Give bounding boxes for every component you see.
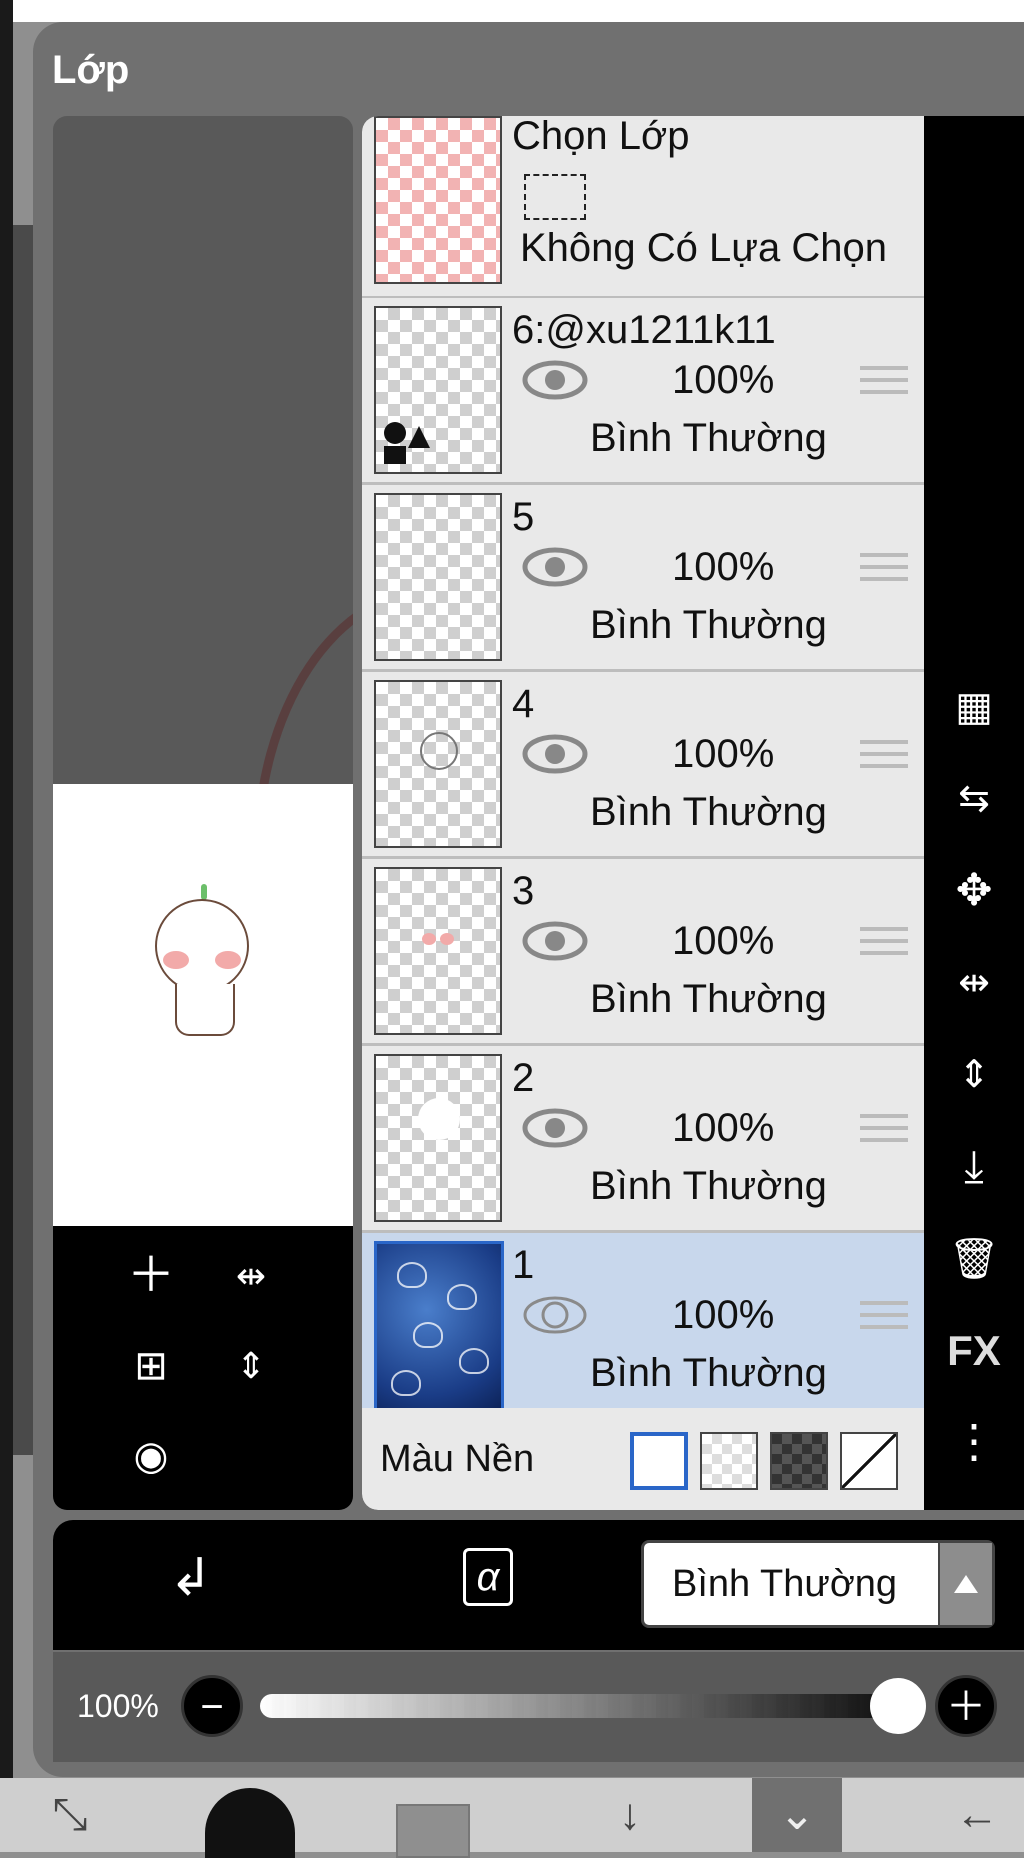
panel-title: Lớp: [52, 48, 130, 92]
character-body: [175, 984, 235, 1036]
layer-row-selected[interactable]: 1 100% Bình Thường: [362, 1233, 924, 1420]
merge-down-icon[interactable]: ⤓: [924, 1132, 1024, 1202]
layer-name: 2: [512, 1056, 535, 1100]
layer-blend-mode: Bình Thường: [590, 603, 827, 647]
layer-side-toolbar: ▦ ⇆ ✥ ⇹ ⇕ ⤓ 🗑 FX ⋮: [924, 116, 1024, 1510]
visibility-eye-icon[interactable]: [522, 734, 588, 774]
opacity-slider[interactable]: [260, 1694, 900, 1718]
layer-blend-mode: Bình Thường: [590, 1164, 827, 1208]
background-checker-light-swatch[interactable]: [700, 1432, 758, 1490]
background-checker-dark-swatch[interactable]: [770, 1432, 828, 1490]
layer-row[interactable]: 2 100% Bình Thường: [362, 1046, 924, 1233]
transparency-icon[interactable]: ▦: [924, 672, 1024, 742]
add-layer-icon[interactable]: ＋: [121, 1246, 181, 1306]
layer-row[interactable]: 3 100% Bình Thường: [362, 859, 924, 1046]
move-layer-icon[interactable]: ✥: [924, 856, 1024, 926]
layer-row[interactable]: 6:@xu1211k11 100% Bình Thường: [362, 298, 924, 485]
layer-name: 4: [512, 682, 535, 726]
clipping-icon[interactable]: ↲: [169, 1548, 213, 1608]
swap-layers-icon[interactable]: ⇆: [924, 764, 1024, 834]
layer-opacity: 100%: [672, 732, 775, 776]
layer-blend-mode: Bình Thường: [590, 416, 827, 460]
flip-layer-horizontal-icon[interactable]: ⇹: [924, 948, 1024, 1018]
selection-thumbnail: [374, 116, 502, 284]
selection-box-icon: [524, 174, 586, 220]
drag-handle-icon[interactable]: [860, 366, 908, 402]
color-swatch[interactable]: [396, 1804, 470, 1858]
avatar[interactable]: [205, 1788, 295, 1858]
drag-handle-icon[interactable]: [860, 740, 908, 776]
layer-name: 3: [512, 869, 535, 913]
visibility-eye-icon[interactable]: [522, 360, 588, 400]
layer-name: 1: [512, 1243, 535, 1287]
opacity-bar: 100% − ＋: [53, 1652, 1024, 1762]
flip-vertical-icon[interactable]: ⇕: [221, 1336, 281, 1396]
blend-bar: ↲ α Bình Thường: [53, 1520, 1024, 1650]
shape-icon: [384, 422, 406, 444]
opacity-increase-button[interactable]: ＋: [935, 1675, 997, 1737]
bottom-toolbar: ⤡ ↓ ⌄ ←: [0, 1778, 1024, 1858]
blend-mode-value: Bình Thường: [672, 1563, 898, 1605]
layer-blend-mode: Bình Thường: [590, 977, 827, 1021]
selection-status: Không Có Lựa Chọn: [520, 226, 888, 270]
drag-handle-icon[interactable]: [860, 927, 908, 963]
background-label: Màu Nền: [380, 1438, 535, 1480]
character-preview: [155, 899, 249, 993]
drag-handle-icon[interactable]: [860, 1301, 908, 1337]
visibility-eye-icon[interactable]: [522, 921, 588, 961]
layer-preview: [53, 784, 353, 1226]
trash-icon[interactable]: 🗑: [924, 1224, 1024, 1294]
layer-thumbnail: [374, 306, 502, 474]
background-white-swatch[interactable]: [630, 1432, 688, 1490]
layer-row[interactable]: 5 100% Bình Thường: [362, 485, 924, 672]
layer-name: 6:@xu1211k11: [512, 308, 776, 352]
visibility-eye-icon[interactable]: [522, 1108, 588, 1148]
layer-blend-mode: Bình Thường: [590, 790, 827, 834]
opacity-decrease-button[interactable]: −: [181, 1675, 243, 1737]
collapse-icon[interactable]: ⌄: [752, 1778, 842, 1852]
layer-opacity: 100%: [672, 1293, 775, 1337]
fx-icon[interactable]: FX: [924, 1316, 1024, 1386]
download-icon[interactable]: ↓: [580, 1778, 680, 1852]
flip-horizontal-icon[interactable]: ⇹: [221, 1246, 281, 1306]
visibility-eye-icon[interactable]: [522, 1295, 588, 1335]
opacity-label: 100%: [77, 1688, 159, 1724]
layer-thumbnail: [374, 1054, 502, 1222]
layer-opacity: 100%: [672, 919, 775, 963]
blend-mode-select[interactable]: Bình Thường: [641, 1540, 995, 1628]
opacity-slider-handle[interactable]: [870, 1678, 926, 1734]
window-edge: [0, 0, 13, 1852]
visibility-eye-icon[interactable]: [522, 547, 588, 587]
layer-thumbnail: [374, 867, 502, 1035]
flip-layer-vertical-icon[interactable]: ⇕: [924, 1040, 1024, 1110]
selection-layer-row[interactable]: Chọn Lớp Không Có Lựa Chọn: [362, 116, 924, 299]
drag-handle-icon[interactable]: [860, 1114, 908, 1150]
camera-icon[interactable]: ◉: [121, 1426, 181, 1486]
tool-switch-icon[interactable]: ⤡: [20, 1778, 120, 1852]
layer-blend-mode: Bình Thường: [590, 1351, 827, 1395]
layer-list: Chọn Lớp Không Có Lựa Chọn 6:@xu1211k11 …: [362, 116, 924, 1510]
layer-tools: ＋ ⇹ ⊞ ⇕ ◉: [53, 1226, 353, 1510]
background-color-row: Màu Nền: [362, 1408, 924, 1510]
status-strip: [0, 0, 1024, 22]
selection-layer-name: Chọn Lớp: [512, 116, 690, 158]
layer-opacity: 100%: [672, 358, 775, 402]
layer-opacity: 100%: [672, 1106, 775, 1150]
layer-name: 5: [512, 495, 535, 539]
background-none-swatch[interactable]: [840, 1432, 898, 1490]
layer-thumbnail: [374, 1241, 504, 1411]
back-arrow-icon[interactable]: ←: [930, 1778, 1024, 1852]
add-layer-copy-icon[interactable]: ⊞: [121, 1336, 181, 1396]
layer-row[interactable]: 4 100% Bình Thường: [362, 672, 924, 859]
layer-opacity: 100%: [672, 545, 775, 589]
drag-handle-icon[interactable]: [860, 553, 908, 589]
layer-thumbnail: [374, 493, 502, 661]
more-icon[interactable]: ⋮: [924, 1406, 1024, 1476]
blend-mode-arrow-icon[interactable]: [938, 1543, 992, 1625]
layer-thumbnail: [374, 680, 502, 848]
alpha-lock-icon[interactable]: α: [463, 1548, 513, 1606]
sprout-icon: [201, 884, 207, 900]
